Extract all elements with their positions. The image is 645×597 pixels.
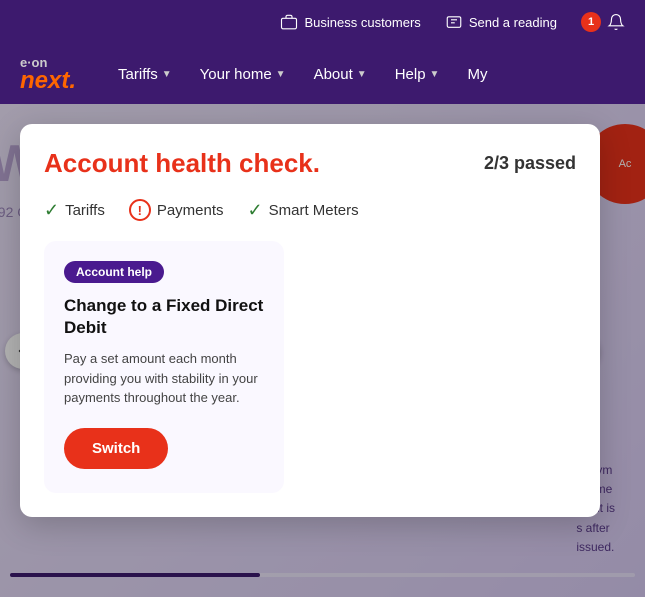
health-checks-list: ✓ Tariffs ! Payments ✓ Smart Meters: [44, 199, 576, 221]
tariffs-chevron-icon: ▼: [162, 69, 172, 80]
notification-badge: 1: [581, 12, 601, 32]
account-help-card: Account help Change to a Fixed Direct De…: [44, 241, 284, 493]
nav-about[interactable]: About ▼: [302, 58, 379, 91]
payments-warn-icon: !: [129, 199, 151, 221]
logo-next-text: next.: [20, 69, 76, 93]
modal-overlay: Account health check. 2/3 passed ✓ Tarif…: [0, 104, 645, 597]
business-customers-label: Business customers: [304, 15, 420, 30]
nav-tariffs[interactable]: Tariffs ▼: [106, 58, 184, 91]
nav-bar: e·on next. Tariffs ▼ Your home ▼ About ▼…: [0, 44, 645, 104]
health-check-modal: Account health check. 2/3 passed ✓ Tarif…: [20, 124, 600, 517]
check-smart-meters: ✓ Smart Meters: [248, 200, 359, 221]
card-badge: Account help: [64, 261, 164, 283]
tariffs-pass-icon: ✓: [44, 200, 59, 221]
modal-header: Account health check. 2/3 passed: [44, 148, 576, 179]
main-content: Wo 192 G Ac t paym payme ment is s after…: [0, 104, 645, 597]
check-tariffs-label: Tariffs: [65, 202, 105, 219]
briefcase-icon: [280, 13, 298, 31]
check-payments-label: Payments: [157, 202, 224, 219]
nav-my[interactable]: My: [455, 58, 499, 91]
modal-title: Account health check.: [44, 148, 320, 179]
check-tariffs: ✓ Tariffs: [44, 200, 105, 221]
help-chevron-icon: ▼: [430, 69, 440, 80]
smart-meters-pass-icon: ✓: [248, 200, 263, 221]
nav-your-home[interactable]: Your home ▼: [188, 58, 298, 91]
about-chevron-icon: ▼: [357, 69, 367, 80]
meter-icon: [445, 13, 463, 31]
business-customers-link[interactable]: Business customers: [280, 13, 420, 31]
your-home-chevron-icon: ▼: [276, 69, 286, 80]
check-smart-meters-label: Smart Meters: [269, 202, 359, 219]
card-description: Pay a set amount each month providing yo…: [64, 349, 264, 408]
notification-button[interactable]: 1: [581, 12, 625, 32]
nav-help[interactable]: Help ▼: [383, 58, 452, 91]
top-bar: Business customers Send a reading 1: [0, 0, 645, 44]
send-reading-link[interactable]: Send a reading: [445, 13, 557, 31]
main-nav: Tariffs ▼ Your home ▼ About ▼ Help ▼ My: [106, 58, 625, 91]
card-title: Change to a Fixed Direct Debit: [64, 295, 264, 339]
switch-button[interactable]: Switch: [64, 428, 168, 469]
modal-score: 2/3 passed: [484, 153, 576, 174]
send-reading-label: Send a reading: [469, 15, 557, 30]
notification-icon: [607, 13, 625, 31]
check-payments: ! Payments: [129, 199, 224, 221]
logo[interactable]: e·on next.: [20, 56, 76, 93]
